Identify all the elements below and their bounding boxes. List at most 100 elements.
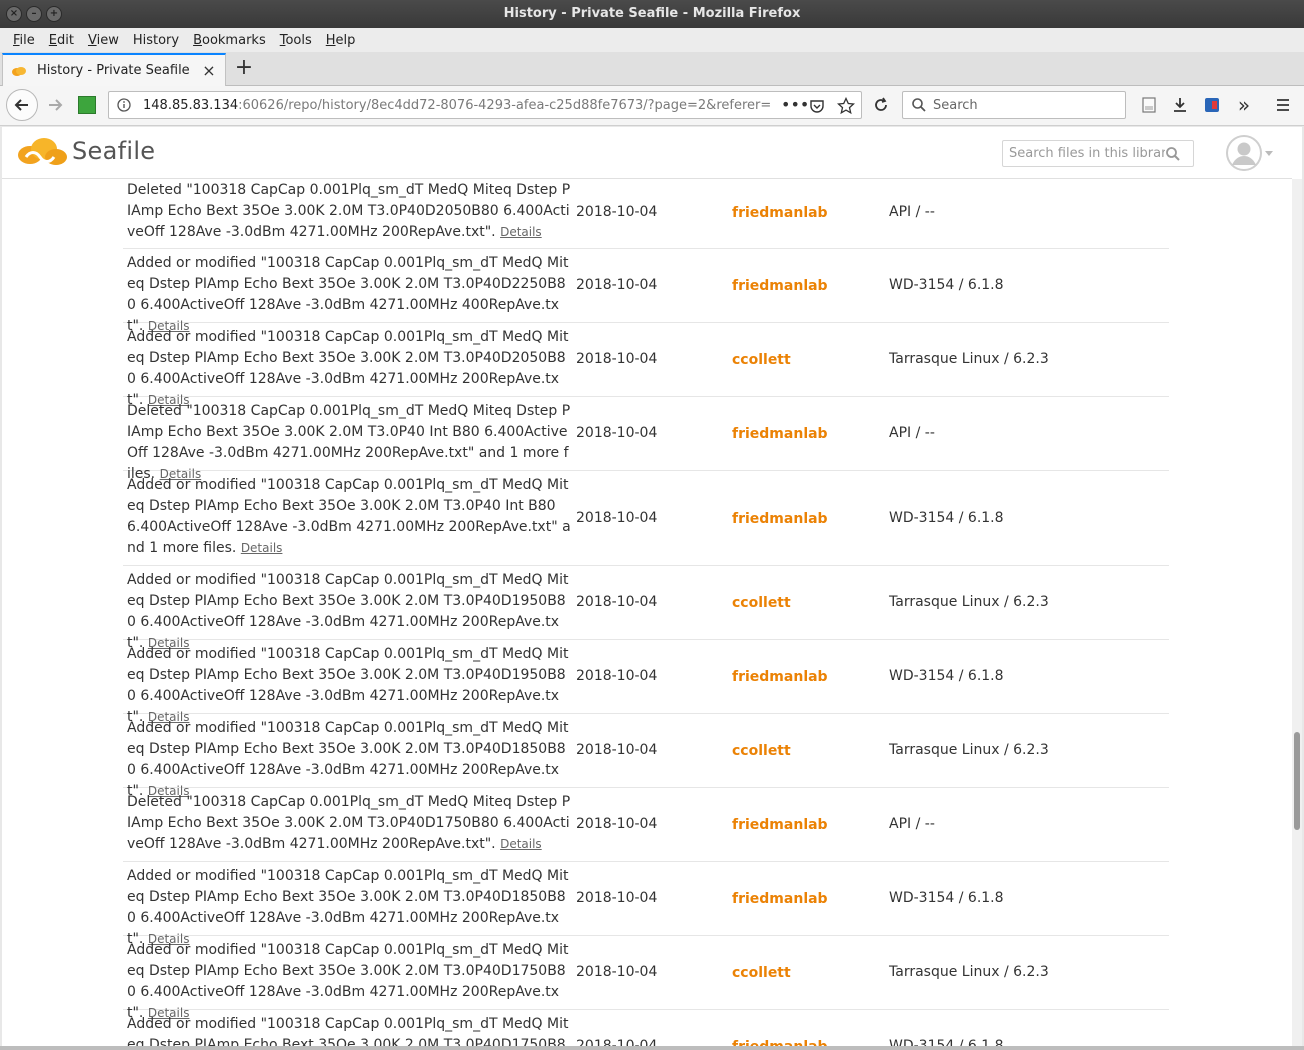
window-titlebar: × – + History - Private Seafile - Mozill… [0, 0, 1304, 28]
commit-time: 2018-10-04 [576, 964, 658, 980]
table-row: Deleted "100318 CapCap 0.001Plq_sm_dT Me… [123, 397, 1169, 482]
user-avatar[interactable] [1226, 135, 1262, 171]
commit-user-link[interactable]: friedmanlab [732, 891, 828, 907]
close-window-button[interactable]: × [6, 6, 22, 22]
menu-bookmarks[interactable]: Bookmarks [186, 33, 273, 48]
commit-device: WD-3154 / 6.1.8 [889, 890, 1004, 906]
library-search-input[interactable] [1009, 146, 1165, 161]
commit-description-text: Added or modified "100318 CapCap 0.001Pl… [127, 477, 571, 556]
commit-device: Tarrasque Linux / 6.2.3 [889, 594, 1049, 610]
commit-description-text: Added or modified "100318 CapCap 0.001Pl… [127, 1016, 569, 1048]
menu-label: History [132, 32, 180, 48]
commit-time: 2018-10-04 [576, 510, 658, 526]
details-link[interactable]: Details [500, 837, 542, 851]
window-controls: × – + [6, 6, 62, 22]
menu-label: ile [19, 32, 35, 48]
commit-description: Added or modified "100318 CapCap 0.001Pl… [127, 1014, 571, 1048]
commit-user-link[interactable]: ccollett [732, 965, 791, 981]
commit-time: 2018-10-04 [576, 277, 658, 293]
commit-user-link[interactable]: friedmanlab [732, 511, 828, 527]
forward-button[interactable] [46, 96, 64, 114]
downloads-button[interactable] [1171, 96, 1189, 114]
commit-time: 2018-10-04 [576, 425, 658, 441]
menu-tools[interactable]: Tools [273, 33, 319, 48]
reader-view-button[interactable] [1140, 96, 1158, 114]
back-arrow-icon [14, 99, 28, 111]
details-link[interactable]: Details [500, 225, 542, 239]
library-search-icon[interactable] [1165, 146, 1181, 162]
commit-device: Tarrasque Linux / 6.2.3 [889, 351, 1049, 367]
commit-time: 2018-10-04 [576, 890, 658, 906]
page-actions-icon[interactable]: ••• [781, 95, 809, 114]
chevron-down-icon[interactable] [1265, 151, 1273, 156]
commit-device: API / -- [889, 204, 935, 220]
menu-history[interactable]: History [126, 33, 186, 48]
user-avatar-icon [1226, 135, 1262, 171]
tab-history[interactable]: History - Private Seafile × [2, 53, 226, 86]
table-row: Added or modified "100318 CapCap 0.001Pl… [123, 471, 1169, 566]
commit-user-link[interactable]: friedmanlab [732, 205, 828, 221]
menu-label: ookmarks [202, 32, 266, 48]
seafile-logo-text: Seafile [72, 137, 156, 165]
url-host: 148.85.83.134 [143, 97, 239, 113]
hamburger-menu-button[interactable] [1274, 96, 1292, 114]
table-row: Added or modified "100318 CapCap 0.001Pl… [123, 323, 1169, 408]
commit-device: WD-3154 / 6.1.8 [889, 510, 1004, 526]
tab-close-icon[interactable]: × [201, 61, 217, 80]
menu-file[interactable]: File [6, 33, 42, 48]
back-button[interactable] [6, 89, 38, 121]
menu-label: iew [96, 32, 119, 48]
commit-user-link[interactable]: friedmanlab [732, 426, 828, 442]
menu-bar: File Edit View History Bookmarks Tools Help [0, 28, 1304, 52]
commit-time: 2018-10-04 [576, 816, 658, 832]
commit-device: WD-3154 / 6.1.8 [889, 277, 1004, 293]
menu-label: ools [285, 32, 312, 48]
table-row: Added or modified "100318 CapCap 0.001Pl… [123, 566, 1169, 651]
seafile-header: Seafile [2, 127, 1292, 179]
download-icon [1174, 98, 1186, 112]
page-scrollbar[interactable] [1292, 179, 1302, 1048]
page-content: Seafile Deleted "100318 CapCap 0.001Plq_… [2, 127, 1302, 1048]
overflow-menu-icon[interactable]: » [1235, 93, 1253, 117]
library-search-box[interactable] [1002, 140, 1194, 167]
new-tab-button[interactable]: + [232, 56, 256, 80]
commit-user-link[interactable]: friedmanlab [732, 817, 828, 833]
table-row: Added or modified "100318 CapCap 0.001Pl… [123, 714, 1169, 799]
sidebar-extension-icon[interactable] [78, 96, 96, 114]
pocket-icon[interactable] [809, 98, 825, 114]
tab-title: History - Private Seafile [37, 63, 190, 78]
scrollbar-thumb[interactable] [1294, 732, 1300, 830]
hamburger-icon [1277, 99, 1289, 111]
menu-accelerator: H [325, 32, 336, 48]
seafile-favicon-icon [12, 66, 26, 76]
details-link[interactable]: Details [241, 541, 283, 555]
container-extension-button[interactable] [1203, 96, 1221, 114]
menu-accelerator: V [87, 32, 97, 48]
browser-search-box[interactable] [902, 91, 1126, 119]
commit-user-link[interactable]: ccollett [732, 743, 791, 759]
commit-device: API / -- [889, 816, 935, 832]
menu-edit[interactable]: Edit [42, 33, 81, 48]
search-icon [912, 98, 926, 112]
url-bar[interactable]: 148.85.83.134 :60626/repo/history/8ec4dd… [108, 91, 862, 119]
info-icon[interactable] [117, 98, 131, 112]
reload-button[interactable] [872, 96, 890, 114]
table-row: Added or modified "100318 CapCap 0.001Pl… [123, 1010, 1169, 1048]
seafile-logo[interactable]: Seafile [16, 133, 155, 169]
commit-user-link[interactable]: friedmanlab [732, 669, 828, 685]
commit-user-link[interactable]: ccollett [732, 595, 791, 611]
commit-user-link[interactable]: friedmanlab [732, 278, 828, 294]
tab-strip: History - Private Seafile × + [0, 52, 1304, 86]
minimize-window-button[interactable]: – [26, 6, 42, 22]
commit-time: 2018-10-04 [576, 742, 658, 758]
commit-user-link[interactable]: ccollett [732, 352, 791, 368]
menu-accelerator: B [193, 32, 202, 48]
menu-accelerator: E [48, 32, 57, 48]
maximize-window-button[interactable]: + [46, 6, 62, 22]
document-icon [1142, 97, 1156, 113]
browser-search-input[interactable] [933, 97, 1113, 113]
bookmark-star-icon[interactable] [837, 97, 855, 115]
menu-help[interactable]: Help [319, 33, 363, 48]
commit-description: Deleted "100318 CapCap 0.001Plq_sm_dT Me… [127, 180, 571, 243]
menu-view[interactable]: View [81, 33, 126, 48]
